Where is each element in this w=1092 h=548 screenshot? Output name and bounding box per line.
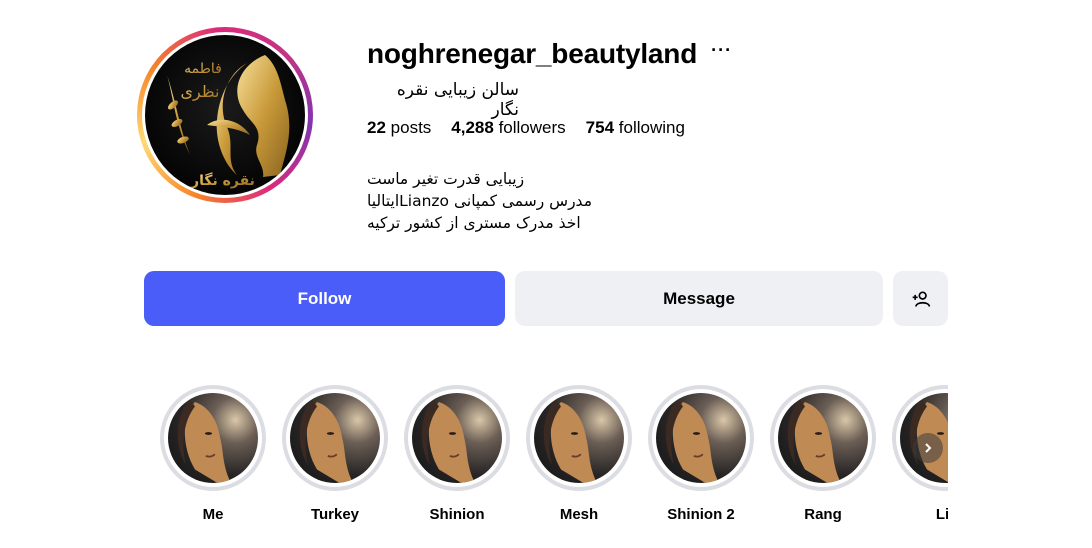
chevron-right-icon[interactable]: [913, 433, 943, 463]
followers-label: followers: [498, 118, 566, 137]
suggest-accounts-button[interactable]: [893, 271, 948, 326]
follow-button[interactable]: Follow: [144, 271, 505, 326]
highlight-cover: [656, 393, 746, 483]
followers-stat[interactable]: 4,288 followers: [451, 118, 565, 138]
posts-stat: 22 posts: [367, 118, 431, 138]
avatar-text-line3: نقره نگار: [190, 172, 255, 189]
highlight-cover: [290, 393, 380, 483]
avatar-text-line1: فاطمه: [184, 61, 222, 77]
following-count: 754: [585, 118, 615, 137]
highlight-label: Mesh: [559, 506, 599, 523]
full-name: سالن زیبایی نقره نگار: [396, 80, 519, 120]
avatar-logo-image: فاطمه نظری نقره نگار: [145, 35, 305, 195]
bio-line: مدرس رسمی کمپانی Lianzoایتالیا: [367, 192, 592, 210]
username-row: noghrenegar_beautyland ···: [367, 38, 732, 70]
highlight-ring: [404, 385, 510, 491]
following-stat[interactable]: 754 following: [586, 118, 685, 138]
story-highlights: Me Turkey Shinion Mesh Shinion 2 Rang Li: [158, 385, 948, 535]
highlight-label: Me: [202, 506, 224, 523]
highlight-ring: [282, 385, 388, 491]
username: noghrenegar_beautyland: [367, 38, 698, 69]
profile-bio: زیبایی قدرت تغیر ماست مدرس رسمی کمپانی L…: [367, 168, 592, 234]
highlight-item[interactable]: Turkey: [280, 385, 390, 523]
posts-count: 22: [367, 118, 386, 137]
highlight-label: Shinion 2: [667, 506, 735, 523]
highlight-item[interactable]: Shinion: [402, 385, 512, 523]
highlight-label: Rang: [804, 506, 842, 523]
highlight-cover: [534, 393, 624, 483]
bio-line: زیبایی قدرت تغیر ماست: [367, 170, 525, 188]
highlight-cover: [778, 393, 868, 483]
highlight-cover: [168, 393, 258, 483]
profile-stats: 22 posts 4,288 followers 754 following: [367, 118, 685, 138]
highlight-label: Lif: [935, 506, 948, 523]
highlight-item[interactable]: Shinion 2: [646, 385, 756, 523]
highlight-item[interactable]: Rang: [768, 385, 878, 523]
followers-count: 4,288: [451, 118, 494, 137]
bio-line: اخذ مدرک مستری از کشور ترکیه: [367, 214, 581, 232]
posts-label: posts: [390, 118, 432, 137]
highlight-label: Shinion: [429, 506, 485, 523]
highlight-ring: [648, 385, 754, 491]
following-label: following: [618, 118, 685, 137]
highlight-cover: [412, 393, 502, 483]
highlight-ring: [160, 385, 266, 491]
avatar-text-line2: نظری: [181, 82, 220, 102]
profile-avatar[interactable]: فاطمه نظری نقره نگار: [137, 27, 313, 203]
highlight-item[interactable]: Mesh: [524, 385, 634, 523]
salon-logo: فاطمه نظری نقره نگار: [167, 55, 290, 189]
avatar-border: فاطمه نظری نقره نگار: [142, 32, 308, 198]
highlight-ring: [770, 385, 876, 491]
message-button[interactable]: Message: [515, 271, 883, 326]
highlight-label: Turkey: [310, 506, 360, 523]
highlight-item[interactable]: Me: [158, 385, 268, 523]
more-horizontal-icon[interactable]: ···: [711, 41, 732, 63]
highlight-ring: [526, 385, 632, 491]
add-person-icon: [912, 291, 930, 307]
